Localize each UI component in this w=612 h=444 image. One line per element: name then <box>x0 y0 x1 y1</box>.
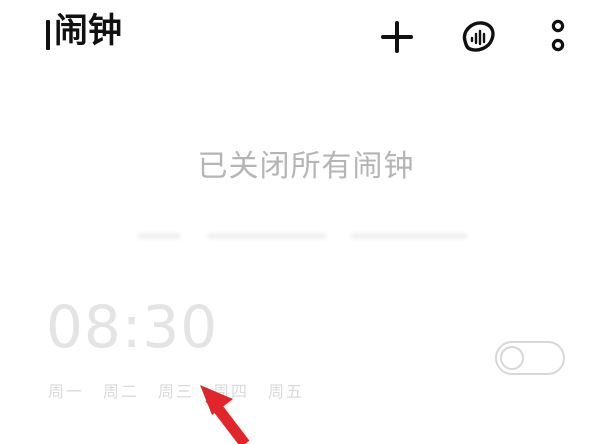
sound-button[interactable] <box>456 15 500 59</box>
day-label: 周二 <box>103 382 140 401</box>
add-alarm-button[interactable] <box>375 15 419 59</box>
title-accent-bar <box>46 20 50 50</box>
alarm-toggle[interactable]: ○ <box>495 341 565 375</box>
day-label: 周四 <box>213 382 250 401</box>
faint-divider <box>207 233 327 239</box>
page-title: 闹钟 <box>54 11 122 51</box>
alarm-screen: 闹钟 已关闭所有闹钟 08:30 周一 周二 周三 周四 周五 <box>0 0 612 444</box>
alarm-repeat-days: 周一 周二 周三 周四 周五 <box>48 378 304 402</box>
sound-wave-icon <box>462 21 495 52</box>
day-label: 周一 <box>48 382 85 401</box>
plus-icon <box>381 21 413 53</box>
all-alarms-off-status: 已关闭所有闹钟 <box>197 149 415 184</box>
day-label: 周五 <box>268 382 305 401</box>
faint-divider <box>350 233 468 239</box>
toggle-knob: ○ <box>500 346 524 370</box>
day-label: 周三 <box>158 382 195 401</box>
faint-divider <box>137 233 181 239</box>
more-vertical-icon <box>551 19 565 52</box>
more-menu-button[interactable] <box>536 15 580 59</box>
alarm-time[interactable]: 08:30 <box>46 298 218 356</box>
